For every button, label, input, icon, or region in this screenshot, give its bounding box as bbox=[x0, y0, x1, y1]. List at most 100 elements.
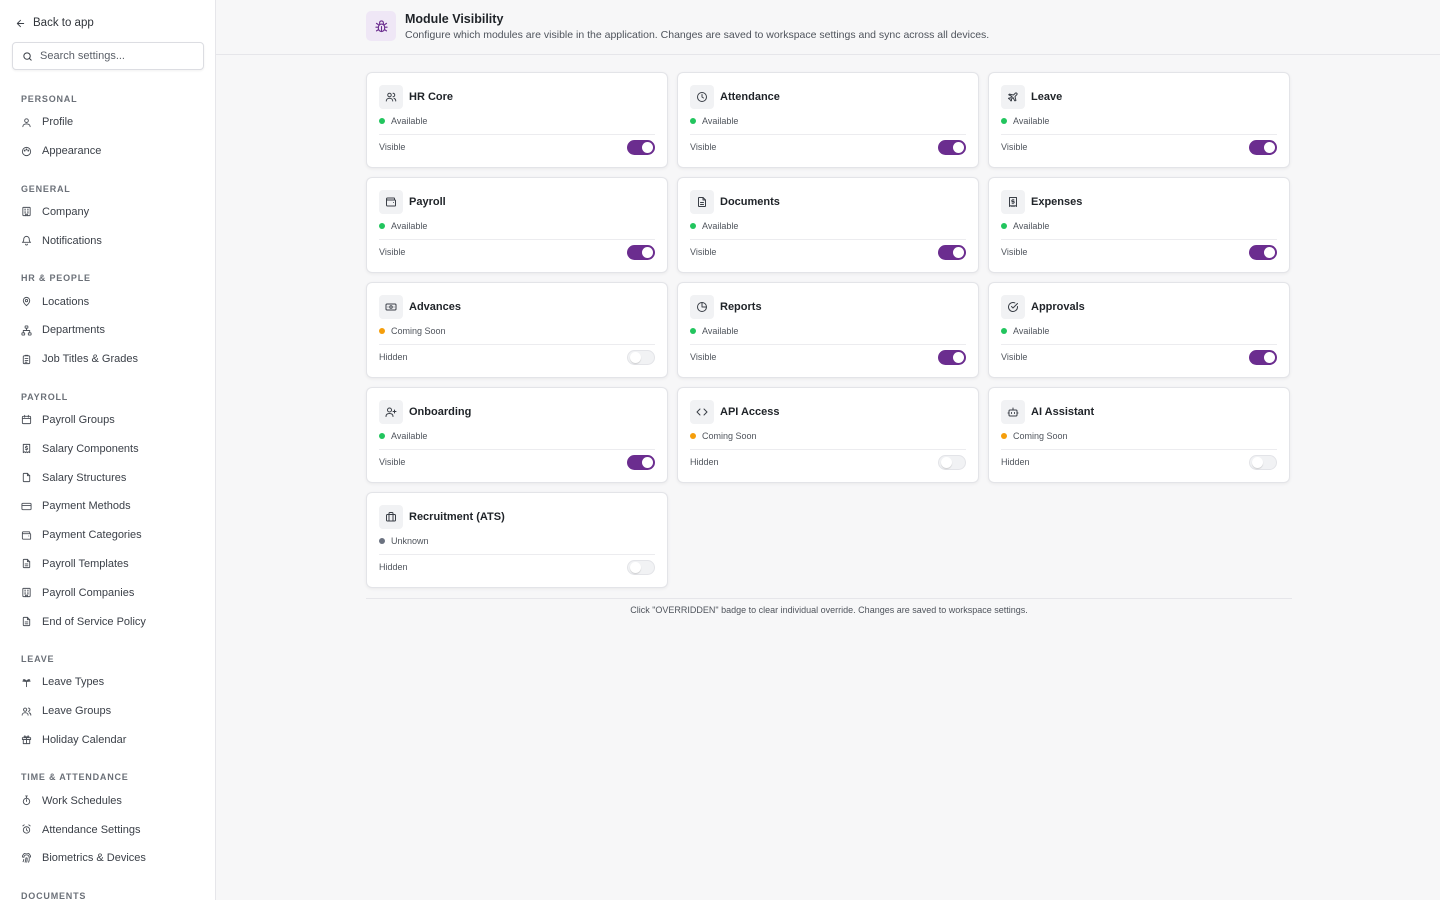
visibility-toggle[interactable] bbox=[938, 455, 966, 470]
toggle-knob bbox=[642, 142, 653, 153]
file-text-icon bbox=[690, 190, 714, 214]
sidebar-item-label: End of Service Policy bbox=[42, 615, 146, 628]
sidebar-item-profile[interactable]: Profile bbox=[0, 108, 215, 137]
user-plus-icon bbox=[379, 400, 403, 424]
module-name: Expenses bbox=[1031, 196, 1083, 208]
sidebar-item-label: Payroll Companies bbox=[42, 586, 135, 599]
user-icon bbox=[21, 117, 32, 128]
card-divider bbox=[1001, 239, 1277, 240]
sidebar-item-salary-structures[interactable]: Salary Structures bbox=[0, 463, 215, 492]
visibility-toggle[interactable] bbox=[627, 140, 655, 155]
sidebar-item-payment-categories[interactable]: Payment Categories bbox=[0, 521, 215, 550]
sidebar-item-notifications[interactable]: Notifications bbox=[0, 226, 215, 255]
sidebar-item-label: Salary Structures bbox=[42, 471, 127, 484]
toggle-knob bbox=[1264, 142, 1275, 153]
module-status: Coming Soon bbox=[1001, 431, 1068, 441]
card-divider bbox=[1001, 449, 1277, 450]
toggle-knob bbox=[941, 457, 952, 468]
sidebar-item-payment-methods[interactable]: Payment Methods bbox=[0, 492, 215, 521]
card-divider bbox=[690, 239, 966, 240]
sidebar-item-salary-components[interactable]: Salary Components bbox=[0, 434, 215, 463]
status-dot bbox=[1001, 223, 1007, 229]
module-card-hr-core: HR Core Available Visible bbox=[366, 72, 668, 168]
module-status-label: Available bbox=[1013, 221, 1050, 231]
visibility-label: Hidden bbox=[1001, 457, 1030, 467]
sidebar-item-holiday-calendar[interactable]: Holiday Calendar bbox=[0, 726, 215, 755]
sidebar-item-end-of-service-policy[interactable]: End of Service Policy bbox=[0, 607, 215, 636]
sidebar-item-label: Work Schedules bbox=[42, 794, 122, 807]
card-divider bbox=[1001, 344, 1277, 345]
briefcase-icon bbox=[379, 505, 403, 529]
module-card-api-access: API Access Coming Soon Hidden bbox=[677, 387, 979, 483]
back-to-app-link[interactable]: Back to app bbox=[15, 14, 94, 32]
visibility-label: Visible bbox=[690, 247, 717, 257]
nav-section-payroll: PAYROLL Payroll Groups Salary Components Sa… bbox=[0, 382, 215, 636]
sidebar-item-departments[interactable]: Departments bbox=[0, 316, 215, 345]
search-settings-input[interactable] bbox=[40, 50, 190, 62]
file-icon bbox=[21, 472, 32, 483]
sidebar-item-payroll-groups[interactable]: Payroll Groups bbox=[0, 406, 215, 435]
sidebar-item-label: Payment Methods bbox=[42, 500, 131, 513]
visibility-toggle[interactable] bbox=[627, 455, 655, 470]
sidebar-item-attendance-settings[interactable]: Attendance Settings bbox=[0, 815, 215, 844]
status-dot bbox=[690, 223, 696, 229]
card-divider bbox=[379, 449, 655, 450]
file-text-icon bbox=[21, 616, 32, 627]
sidebar-item-label: Job Titles & Grades bbox=[42, 353, 138, 366]
status-dot bbox=[1001, 118, 1007, 124]
sidebar-item-appearance[interactable]: Appearance bbox=[0, 137, 215, 166]
visibility-toggle[interactable] bbox=[938, 245, 966, 260]
nav-section-general: GENERAL Company Notifications bbox=[0, 174, 215, 256]
sidebar-item-payroll-companies[interactable]: Payroll Companies bbox=[0, 578, 215, 607]
arrow-left-icon bbox=[16, 19, 25, 27]
sidebar-item-biometrics-devices[interactable]: Biometrics & Devices bbox=[0, 844, 215, 873]
nav-section-documents: DOCUMENTSDocument Types bbox=[0, 881, 215, 900]
timer-icon bbox=[21, 795, 32, 806]
sidebar-item-company[interactable]: Company bbox=[0, 198, 215, 227]
nav-section-time-attendance: TIME & ATTENDANCE Work Schedules Attendanc… bbox=[0, 762, 215, 873]
sidebar-item-leave-types[interactable]: Leave Types bbox=[0, 668, 215, 697]
users-icon bbox=[379, 85, 403, 109]
module-status-label: Available bbox=[702, 116, 739, 126]
module-name: Reports bbox=[720, 301, 762, 313]
calendar-icon bbox=[21, 414, 32, 425]
sidebar-item-leave-groups[interactable]: Leave Groups bbox=[0, 697, 215, 726]
clipboard-icon bbox=[21, 354, 32, 365]
map-pin-icon bbox=[21, 296, 32, 307]
bell-icon bbox=[21, 235, 32, 246]
palm-tree-icon bbox=[21, 677, 32, 688]
visibility-toggle[interactable] bbox=[1249, 350, 1277, 365]
module-status-label: Available bbox=[702, 221, 739, 231]
module-status: Available bbox=[379, 221, 427, 231]
gift-icon bbox=[21, 734, 32, 745]
main-content: Module Visibility Configure which module… bbox=[216, 0, 1440, 900]
banknote-icon bbox=[379, 295, 403, 319]
sidebar-item-label: Departments bbox=[42, 324, 105, 337]
bug-icon bbox=[366, 11, 396, 41]
visibility-toggle[interactable] bbox=[1249, 245, 1277, 260]
sidebar-item-work-schedules[interactable]: Work Schedules bbox=[0, 786, 215, 815]
sidebar-item-payroll-templates[interactable]: Payroll Templates bbox=[0, 550, 215, 579]
building-icon bbox=[21, 206, 32, 217]
visibility-label: Visible bbox=[379, 142, 406, 152]
visibility-label: Visible bbox=[1001, 352, 1028, 362]
sidebar-item-label: Payment Categories bbox=[42, 529, 142, 542]
module-status: Available bbox=[1001, 326, 1049, 336]
plane-icon bbox=[1001, 85, 1025, 109]
visibility-toggle[interactable] bbox=[1249, 140, 1277, 155]
clock-icon bbox=[690, 85, 714, 109]
wallet-icon bbox=[21, 530, 32, 541]
module-status-label: Available bbox=[391, 221, 428, 231]
visibility-toggle[interactable] bbox=[1249, 455, 1277, 470]
visibility-toggle[interactable] bbox=[627, 560, 655, 575]
toggle-knob bbox=[642, 247, 653, 258]
users-icon bbox=[21, 706, 32, 717]
module-grid: HR Core Available Visible Attendance Availab… bbox=[366, 72, 1292, 588]
module-card-leave: Leave Available Visible bbox=[988, 72, 1290, 168]
visibility-toggle[interactable] bbox=[938, 350, 966, 365]
visibility-toggle[interactable] bbox=[627, 245, 655, 260]
visibility-toggle[interactable] bbox=[627, 350, 655, 365]
visibility-toggle[interactable] bbox=[938, 140, 966, 155]
sidebar-item-job-titles-grades[interactable]: Job Titles & Grades bbox=[0, 345, 215, 374]
sidebar-item-locations[interactable]: Locations bbox=[0, 287, 215, 316]
